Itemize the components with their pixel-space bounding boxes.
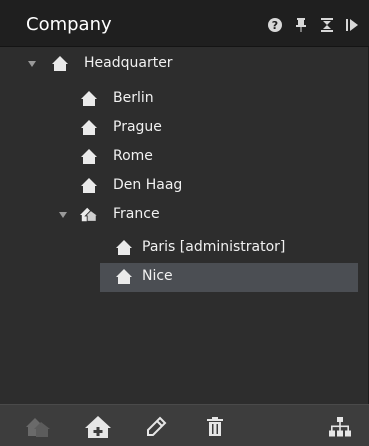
- expand-arrow-icon[interactable]: [58, 210, 68, 220]
- tree-node-berlin[interactable]: Berlin: [0, 86, 369, 112]
- node-label: France: [113, 206, 160, 222]
- expand-arrow-icon[interactable]: [27, 59, 37, 69]
- add-group-icon: [26, 418, 50, 437]
- edit-button[interactable]: [142, 414, 170, 440]
- tree-node-den-haag[interactable]: Den Haag: [0, 173, 369, 199]
- header-icon-group: ?: [267, 16, 361, 34]
- house-icon: [116, 240, 132, 255]
- tree-node-prague[interactable]: Prague: [0, 115, 369, 141]
- node-label: Den Haag: [113, 177, 183, 193]
- collapse-vertical-icon[interactable]: [319, 17, 335, 33]
- tree-node-headquarter[interactable]: Headquarter: [0, 51, 369, 77]
- house-icon: [52, 56, 68, 71]
- org-chart-icon: [329, 417, 351, 437]
- org-chart-button[interactable]: [326, 414, 354, 440]
- node-label: Nice: [142, 268, 173, 284]
- house-icon: [81, 178, 97, 193]
- delete-icon: [207, 417, 223, 436]
- node-label: Paris [administrator]: [142, 239, 286, 255]
- company-panel: Company ? Headquarter Berlin Prague Rome…: [0, 0, 369, 446]
- house-icon: [81, 91, 97, 106]
- svg-text:?: ?: [272, 19, 278, 32]
- node-label: Prague: [113, 119, 162, 135]
- node-label: Berlin: [113, 90, 154, 106]
- tree-node-paris[interactable]: Paris [administrator]: [0, 235, 369, 261]
- add-house-button[interactable]: [84, 414, 112, 440]
- expand-right-icon[interactable]: [345, 17, 361, 33]
- node-label: Headquarter: [84, 55, 173, 71]
- edit-icon: [147, 416, 167, 436]
- delete-button[interactable]: [201, 414, 229, 440]
- tree-node-france[interactable]: France: [0, 202, 369, 228]
- house-icon: [81, 120, 97, 135]
- node-label: Rome: [113, 148, 153, 164]
- panel-title: Company: [26, 14, 112, 35]
- add-house-icon: [85, 416, 111, 438]
- tree-node-rome[interactable]: Rome: [0, 144, 369, 170]
- help-icon[interactable]: ?: [267, 17, 283, 33]
- house-icon: [116, 269, 132, 284]
- add-group-button[interactable]: [24, 414, 52, 440]
- house-icon: [81, 149, 97, 164]
- house-group-icon: [80, 207, 98, 222]
- panel-header: Company ?: [0, 0, 369, 47]
- pin-icon[interactable]: [293, 17, 309, 33]
- bottom-toolbar: [0, 404, 369, 446]
- tree-node-nice[interactable]: Nice: [0, 264, 369, 290]
